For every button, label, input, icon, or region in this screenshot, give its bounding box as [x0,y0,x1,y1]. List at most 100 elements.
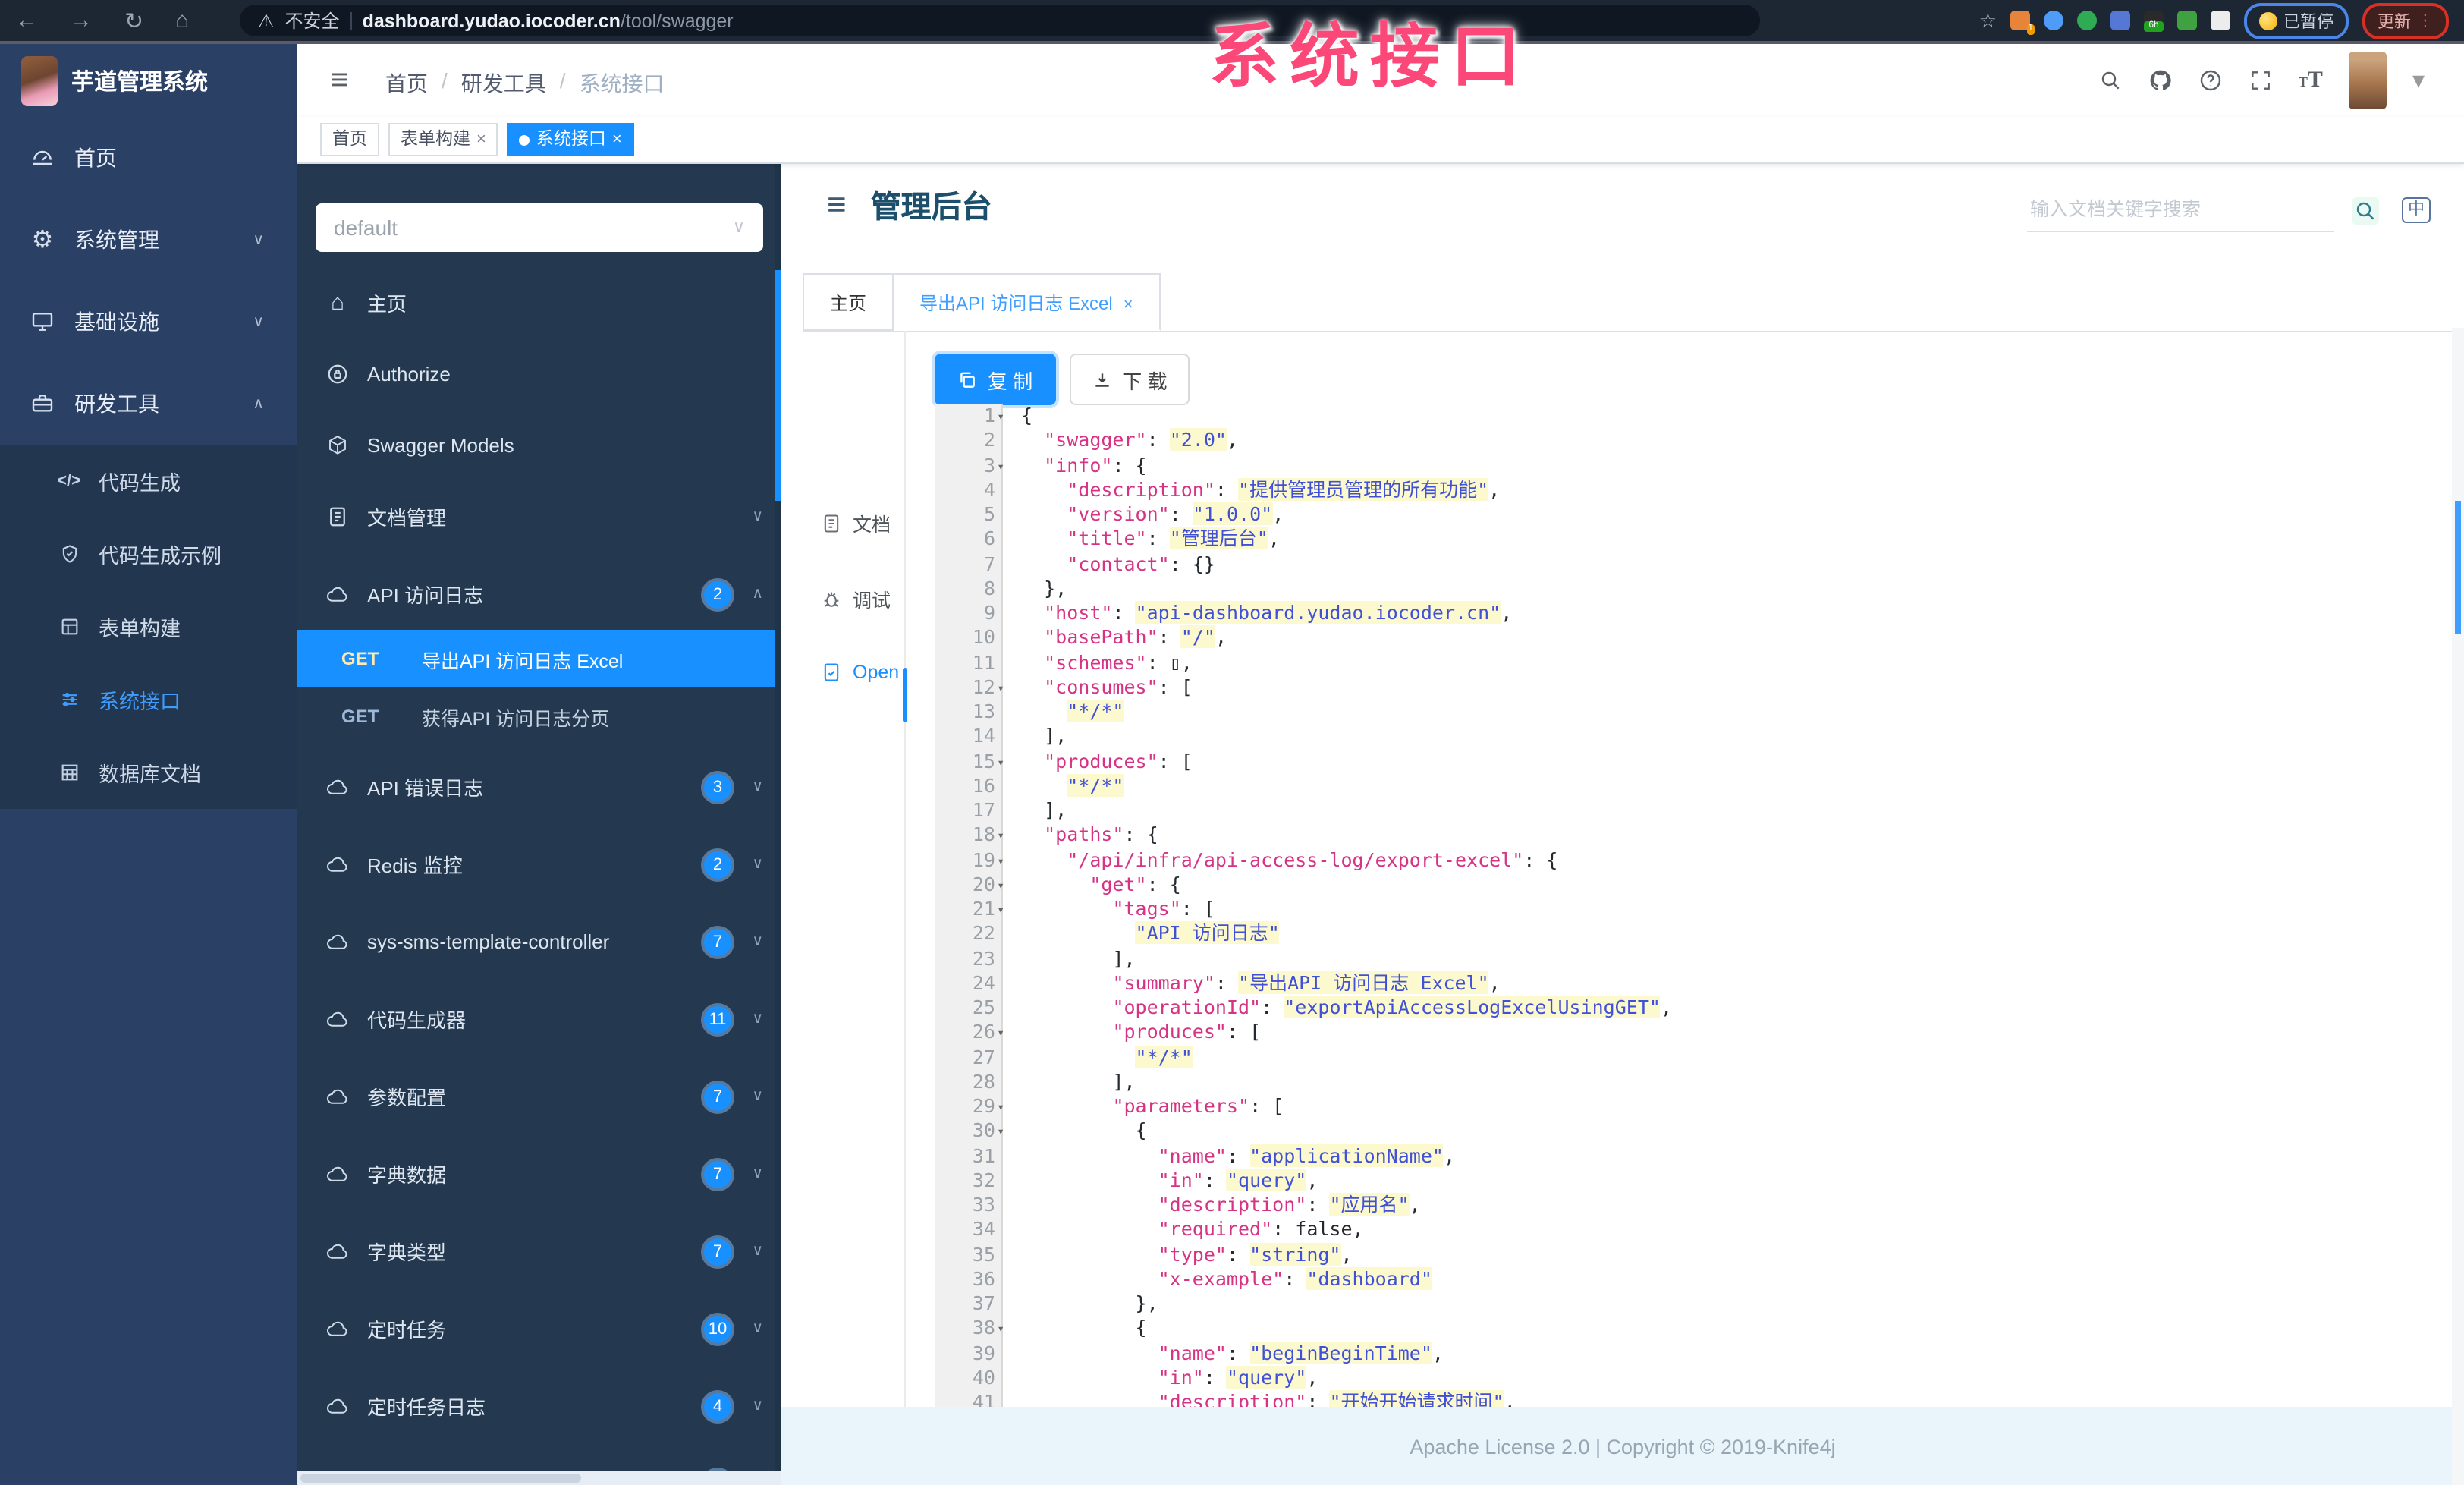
fold-caret-icon[interactable]: ▾ [997,455,1004,480]
panel-item-文档管理[interactable]: 文档管理 ∨ [297,481,781,552]
language-switch-icon[interactable]: 中 [2402,197,2431,223]
lock-icon [325,363,350,385]
line-number: 41 [935,1390,1003,1407]
page-scrollbar-thumb[interactable] [2455,501,2461,634]
sidebar-item-首页[interactable]: 首页 [0,117,297,199]
code-editor[interactable]: 1 ▾{2 "swagger": "2.0", 3 ▾ "info": {4 "des… [935,404,2443,1407]
sidebar-subitem-系统接口[interactable]: 系统接口 [0,663,297,736]
address-bar[interactable]: ⚠ 不安全 dashboard.yudao.iocoder.cn/tool/sw… [240,5,1760,36]
rail-item-Open[interactable]: Open [821,662,899,683]
user-avatar[interactable] [2348,52,2387,109]
download-button[interactable]: 下 载 [1069,354,1190,405]
tag-系统接口[interactable]: 系统接口 × [507,123,634,156]
sidebar-item-基础设施[interactable]: 基础设施 ∨ [0,281,297,363]
extension-grid-icon[interactable] [2110,11,2130,30]
fold-caret-icon[interactable]: ▾ [997,1022,1004,1047]
line-number: 19 ▾ [935,848,1004,874]
api-group-定时任务日志[interactable]: 定时任务日志 4 ∨ [297,1370,781,1442]
page-scrollbar[interactable] [2452,328,2464,1485]
api-group-select[interactable]: default ∨ [316,203,763,252]
fold-caret-icon[interactable]: ▾ [997,1096,1004,1121]
avatar-caret-down-icon[interactable]: ▾ [2412,65,2425,96]
api-group-字典数据[interactable]: 字典数据 7 ∨ [297,1138,781,1210]
fold-caret-icon[interactable]: ▾ [997,1121,1004,1146]
cloud-icon [325,853,350,876]
api-endpoint-获得API 访问日志分页[interactable]: GET 获得API 访问日志分页 [297,687,781,745]
extension-orange-icon[interactable]: 1 [2010,11,2035,35]
fold-caret-icon[interactable]: ▾ [997,898,1004,923]
close-icon[interactable]: × [476,124,486,155]
home-icon[interactable]: ⌂ [175,8,189,33]
paused-extension-pill[interactable]: 已暂停 [2244,2,2349,39]
doc-rail: 文档调试 Open [781,331,907,1407]
fold-caret-icon[interactable]: ▾ [997,750,1004,776]
api-group-定时任务[interactable]: 定时任务 10 ∨ [297,1293,781,1364]
panel-scrollbar-thumb[interactable] [775,270,781,501]
panel-item-主页[interactable]: ⌂ 主页 [297,267,781,338]
rail-item-文档[interactable]: 文档 [821,508,891,537]
reload-icon[interactable]: ↻ [124,7,143,34]
doc-collapse-icon[interactable]: ≡ [827,184,847,224]
close-icon[interactable]: × [1124,296,1133,314]
logo-avatar [21,55,58,105]
count-badge: 2 [704,851,731,878]
doc-tab-主页[interactable]: 主页 [803,273,894,331]
copy-button[interactable]: 复 制 [935,354,1056,405]
search-icon[interactable] [2098,68,2123,93]
doc-tab-label: 导出API 访问日志 Excel [919,293,1113,314]
doc-search-input[interactable] [2027,194,2334,232]
fold-caret-icon[interactable]: ▾ [997,849,1004,874]
fold-caret-icon[interactable]: ▾ [997,405,1004,430]
extension-6h-icon[interactable]: 6h [2144,11,2164,32]
extension-green-icon[interactable] [2177,11,2197,30]
api-endpoint-导出API 访问日志 Excel[interactable]: GET 导出API 访问日志 Excel [297,630,781,687]
sidebar-subitem-代码生成[interactable]: </> 代码生成 [0,445,297,518]
api-group-sys-sms-template-controller[interactable]: sys-sms-template-controller 7 ∨ [297,906,781,977]
panel-horizontal-scrollbar[interactable] [297,1471,781,1485]
fold-caret-icon[interactable]: ▾ [997,825,1004,850]
doc-tab-导出API 访问日志 Excel[interactable]: 导出API 访问日志 Excel × [894,273,1161,331]
fullscreen-icon[interactable] [2249,68,2273,93]
rail-item-调试[interactable]: 调试 [821,584,891,613]
line-number: 39 [935,1341,1003,1366]
breadcrumb-item[interactable]: 首页 [385,68,428,99]
tag-表单构建[interactable]: 表单构建 × [388,123,498,156]
api-group-API 错误日志[interactable]: API 错误日志 3 ∨ [297,751,781,823]
close-icon[interactable]: × [612,124,622,155]
extension-blue-drop-icon[interactable] [2044,11,2063,30]
sidebar-subitem-表单构建[interactable]: 表单构建 [0,590,297,663]
bookmark-star-icon[interactable]: ☆ [1979,8,1997,33]
app-logo[interactable]: 芋道管理系统 [0,44,297,117]
font-size-icon[interactable]: TT [2299,68,2323,93]
main-content: ≡ 管理后台 中 主页 导出API 访问日志 Excel × 文档调试 Open 复 … [781,164,2464,1485]
sidebar-subitem-数据库文档[interactable]: 数据库文档 [0,736,297,809]
extension-green-check-icon[interactable] [2077,11,2097,30]
sidebar-item-系统管理[interactable]: ⚙ 系统管理 ∨ [0,199,297,281]
sidebar-subitem-代码生成示例[interactable]: 代码生成示例 [0,518,297,590]
sidebar-collapse-icon[interactable]: ≡ [331,64,348,99]
code-line: 24 "summary": "导出API 访问日志 Excel", [935,971,2443,996]
chevron-up-icon: ∧ [253,395,264,412]
tag-首页[interactable]: 首页 [320,123,379,156]
browser-menu-dots-icon[interactable]: ⋮ [2417,11,2434,30]
fold-caret-icon[interactable]: ▾ [997,874,1004,899]
fold-caret-icon[interactable]: ▾ [997,677,1004,702]
code-line: 28 ], [935,1069,2443,1094]
doc-search-icon[interactable] [2352,197,2379,225]
fold-caret-icon[interactable]: ▾ [997,1318,1004,1343]
api-group-API 访问日志[interactable]: API 访问日志 2 ∧ [297,558,781,630]
breadcrumb-item[interactable]: 研发工具 [461,68,546,99]
api-group-字典类型[interactable]: 字典类型 7 ∨ [297,1216,781,1287]
update-button[interactable]: 更新 ⋮ [2362,2,2449,39]
sidebar-item-研发工具[interactable]: 研发工具 ∧ [0,363,297,445]
api-group-Redis 监控[interactable]: Redis 监控 2 ∨ [297,829,781,900]
help-icon[interactable] [2198,68,2223,93]
extension-star-icon[interactable] [2211,11,2230,30]
panel-item-Swagger Models[interactable]: Swagger Models [297,410,781,481]
back-icon[interactable]: ← [15,8,38,33]
forward-icon[interactable]: → [70,8,93,33]
api-group-代码生成器[interactable]: 代码生成器 11 ∨ [297,983,781,1055]
panel-item-Authorize[interactable]: Authorize [297,338,781,410]
github-icon[interactable] [2148,68,2173,93]
api-group-参数配置[interactable]: 参数配置 7 ∨ [297,1061,781,1132]
